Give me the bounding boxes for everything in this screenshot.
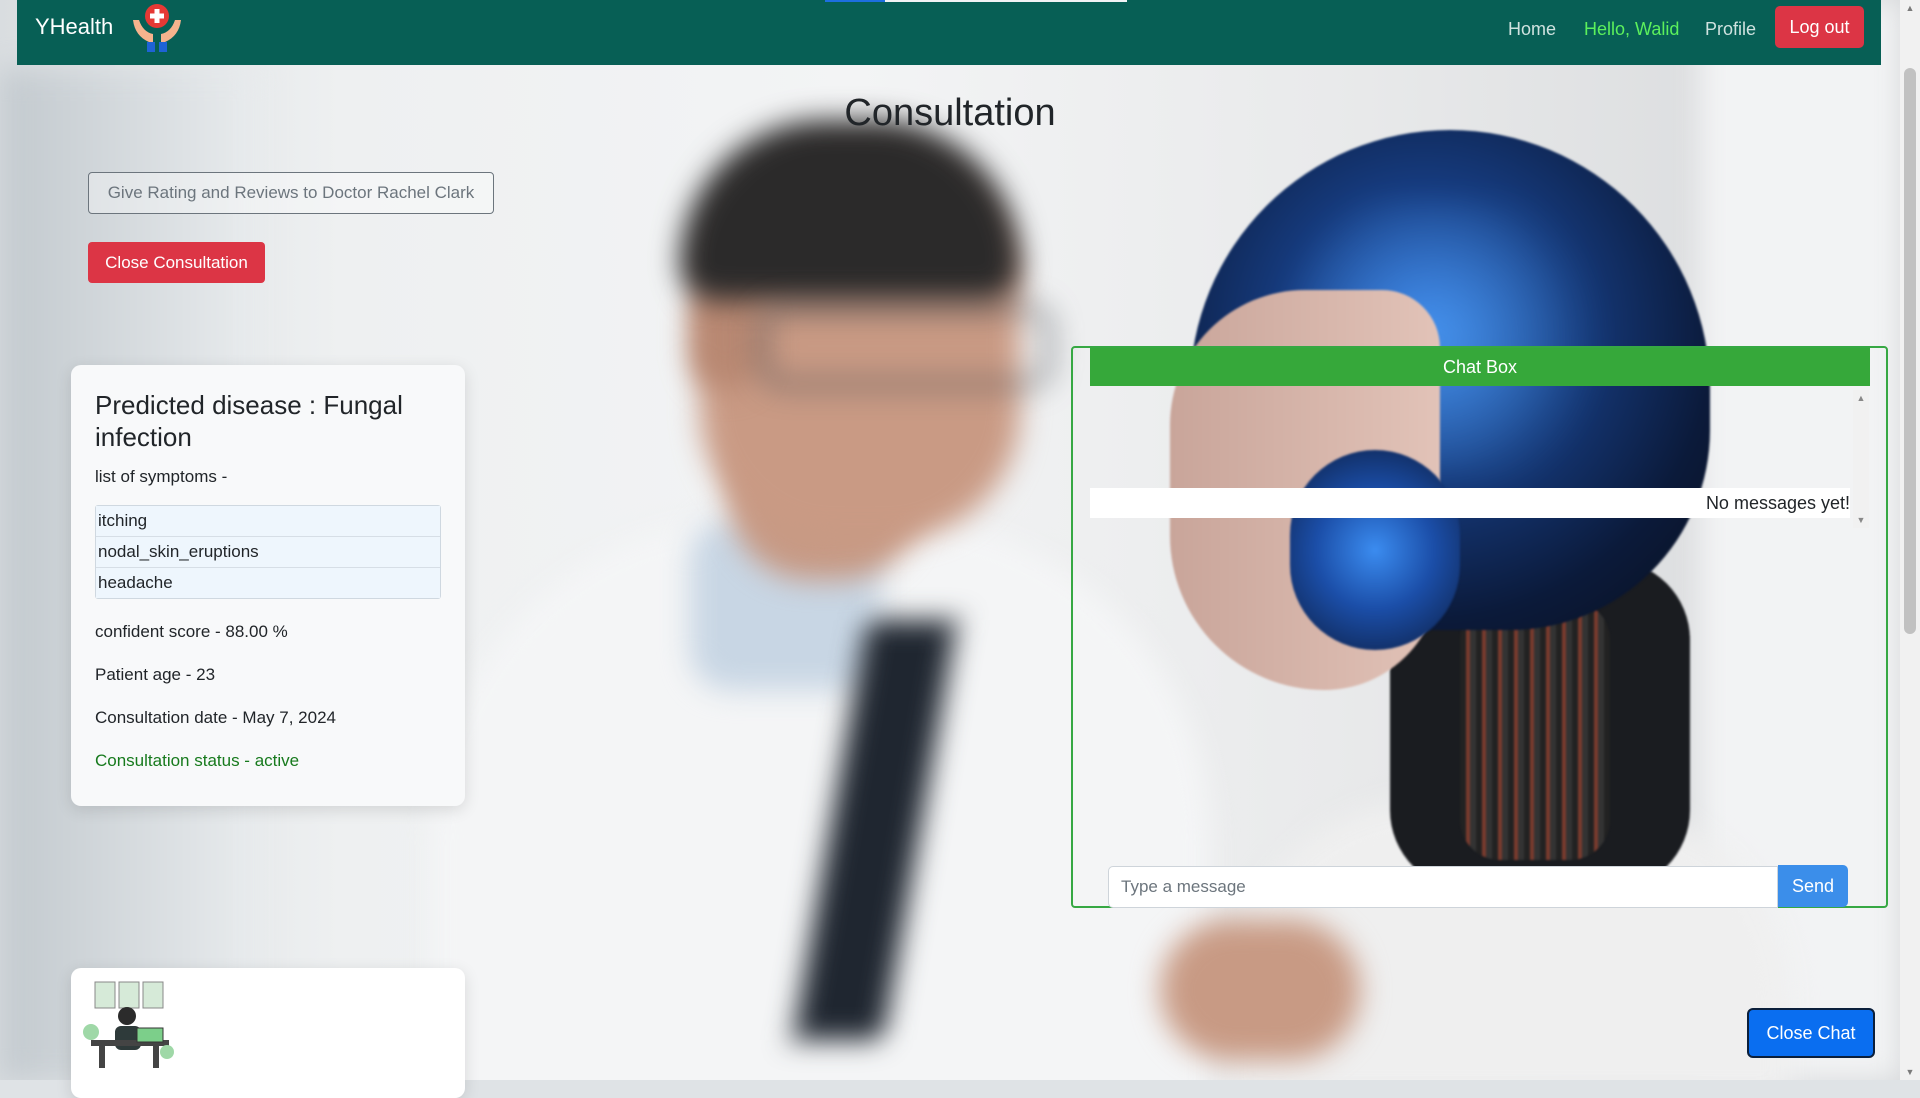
chat-scroll-up-icon[interactable]: ▲ bbox=[1853, 390, 1869, 406]
bg-doctor-glasses bbox=[760, 305, 1052, 387]
caring-hands-medical-cross-icon bbox=[133, 4, 181, 52]
chat-scroll-down-icon[interactable]: ▼ bbox=[1853, 512, 1869, 528]
page-title: Consultation bbox=[844, 92, 1056, 134]
chat-header: Chat Box bbox=[1090, 348, 1870, 386]
chat-message-input[interactable] bbox=[1108, 866, 1778, 908]
give-rating-button[interactable]: Give Rating and Reviews to Doctor Rachel… bbox=[88, 172, 494, 214]
scroll-down-icon[interactable]: ▼ bbox=[1900, 1064, 1920, 1080]
chat-box: Chat Box No messages yet! ▲ ▼ Send bbox=[1071, 346, 1888, 908]
top-navbar: YHealth Home Hello, Walid Profile Log ou… bbox=[17, 0, 1881, 65]
symptoms-label: list of symptoms - bbox=[95, 467, 228, 486]
confidence-score: confident score - 88.00 % bbox=[95, 622, 288, 641]
symptom-item: nodal_skin_eruptions bbox=[96, 537, 440, 568]
close-chat-button[interactable]: Close Chat bbox=[1747, 1008, 1875, 1058]
logout-button[interactable]: Log out bbox=[1775, 6, 1864, 48]
symptoms-list: itching nodal_skin_eruptions headache bbox=[95, 505, 441, 599]
bg-hand bbox=[1160, 920, 1360, 1060]
brand-name[interactable]: YHealth bbox=[35, 14, 113, 40]
consultation-status: Consultation status - active bbox=[95, 751, 300, 770]
symptom-item: headache bbox=[96, 568, 440, 598]
illustration-card bbox=[71, 968, 465, 1098]
prediction-card: Predicted disease : Fungal infection lis… bbox=[71, 365, 465, 806]
symptom-item: itching bbox=[96, 506, 440, 537]
chat-scrollbar[interactable]: ▲ ▼ bbox=[1853, 390, 1869, 528]
bg-doctor-hair bbox=[680, 120, 1020, 300]
patient-age: Patient age - 23 bbox=[95, 665, 216, 684]
nav-user-greeting[interactable]: Hello, Walid bbox=[1584, 19, 1679, 40]
chat-empty-message: No messages yet! bbox=[1090, 488, 1850, 518]
predicted-disease-title: Predicted disease : Fungal infection bbox=[95, 390, 403, 452]
chat-messages-area[interactable]: No messages yet! bbox=[1090, 390, 1852, 528]
page-scrollbar[interactable]: ▲ ▼ bbox=[1900, 0, 1920, 1080]
nav-home-link[interactable]: Home bbox=[1508, 19, 1556, 40]
close-consultation-button[interactable]: Close Consultation bbox=[88, 242, 265, 283]
nav-profile-link[interactable]: Profile bbox=[1705, 19, 1756, 40]
loading-progress-fill bbox=[825, 0, 885, 2]
consultation-date: Consultation date - May 7, 2024 bbox=[95, 708, 336, 727]
loading-progress-bar bbox=[825, 0, 1127, 2]
send-message-button[interactable]: Send bbox=[1778, 865, 1848, 907]
person-at-desk-illustration-icon bbox=[83, 981, 174, 1068]
scrollbar-thumb[interactable] bbox=[1904, 68, 1916, 634]
scroll-up-icon[interactable]: ▲ bbox=[1900, 0, 1920, 16]
